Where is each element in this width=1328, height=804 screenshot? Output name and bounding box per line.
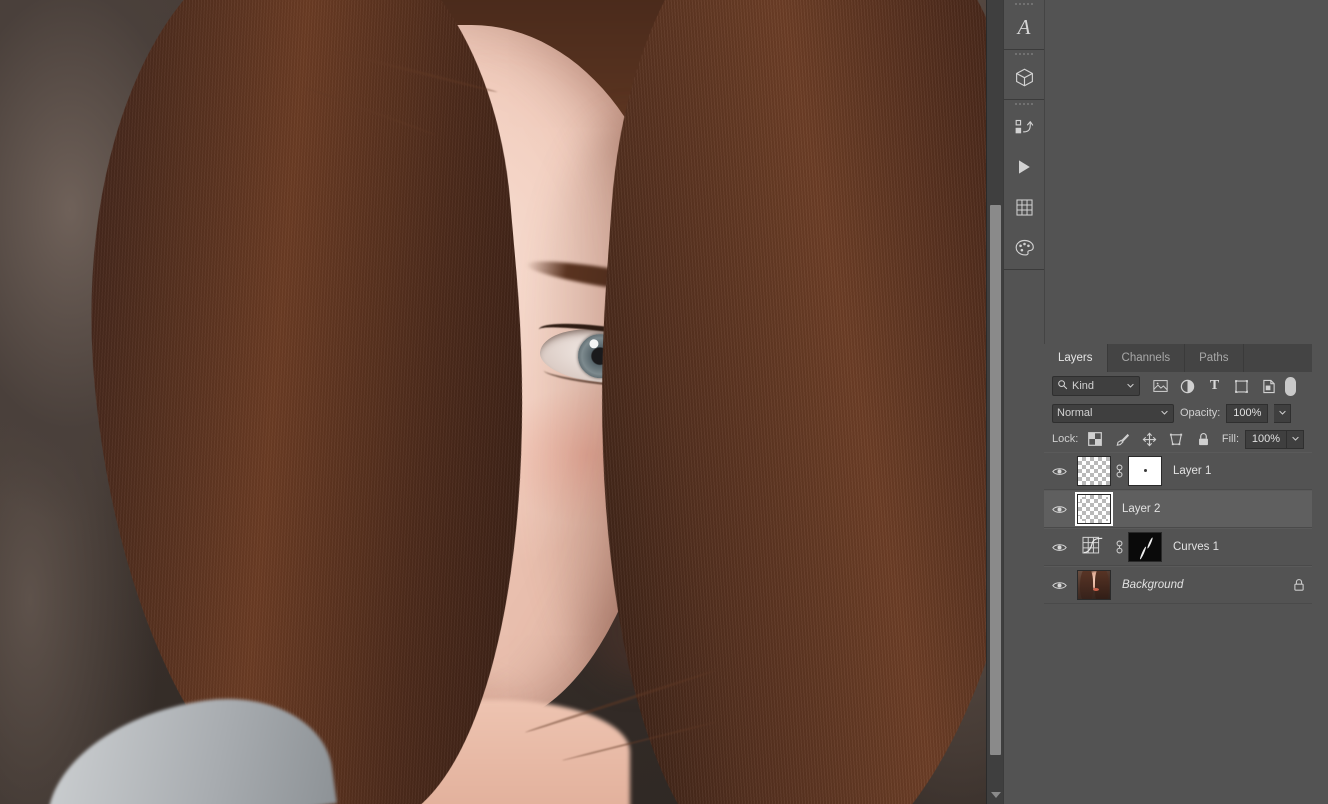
document-canvas[interactable]: [0, 0, 1003, 804]
layer-mask-thumbnail[interactable]: [1128, 456, 1162, 486]
checkerboard-icon[interactable]: [1087, 431, 1103, 447]
actions-panel-icon[interactable]: [1004, 147, 1045, 187]
tab-layers[interactable]: Layers: [1044, 344, 1108, 372]
fill-input[interactable]: 100%: [1245, 429, 1287, 449]
eye-icon[interactable]: [1044, 504, 1074, 515]
scrollbar-thumb[interactable]: [990, 205, 1001, 755]
layer-name[interactable]: Background: [1122, 579, 1286, 591]
dock-group-3d: [1003, 50, 1045, 100]
layer-name[interactable]: Curves 1: [1173, 541, 1312, 553]
history-panel-icon[interactable]: [1004, 107, 1045, 147]
lock-row: Lock: Fill: 100%: [1044, 426, 1312, 452]
fill-value: 100%: [1251, 433, 1281, 445]
chevron-down-icon: [1160, 404, 1169, 422]
tab-channels-label: Channels: [1121, 352, 1171, 364]
lock-buttons: [1087, 431, 1211, 447]
blend-mode-row: Normal Opacity: 100%: [1044, 400, 1312, 426]
right-panel-column: Layers Channels Paths Kind T Normal Opac…: [1044, 0, 1312, 804]
curves-adjustment-icon[interactable]: [1077, 532, 1111, 562]
photoshop-window: A Layers Channels Paths Kind T Normal Op…: [0, 0, 1328, 804]
lock-label: Lock:: [1052, 433, 1079, 445]
hair-right: [565, 0, 1003, 804]
panel-grip[interactable]: [1004, 0, 1045, 7]
collapsed-panel-dock: A: [1003, 0, 1045, 804]
tab-paths-label: Paths: [1199, 352, 1229, 364]
move-icon[interactable]: [1141, 431, 1157, 447]
table-row[interactable]: Layer 1: [1044, 452, 1312, 490]
dock-group-character: A: [1003, 0, 1045, 50]
chevron-down-icon: [1291, 430, 1300, 448]
opacity-stepper[interactable]: [1274, 403, 1292, 423]
link-icon[interactable]: [1114, 464, 1125, 478]
opacity-label: Opacity:: [1180, 407, 1221, 419]
artboard-icon[interactable]: [1168, 431, 1184, 447]
opacity-input[interactable]: 100%: [1226, 403, 1269, 423]
table-row[interactable]: Layer 2: [1044, 490, 1312, 528]
eye-icon[interactable]: [1044, 466, 1074, 477]
eye-icon[interactable]: [1044, 542, 1074, 553]
eye-icon[interactable]: [1044, 580, 1074, 591]
layer-thumbnail[interactable]: [1077, 456, 1111, 486]
panel-grip[interactable]: [1004, 100, 1045, 107]
fill-label: Fill:: [1221, 433, 1239, 445]
layer-mask-thumbnail[interactable]: [1128, 532, 1162, 562]
chevron-down-icon: [1126, 377, 1135, 395]
image-icon[interactable]: [1152, 378, 1169, 395]
brush-icon[interactable]: [1114, 431, 1130, 447]
dock-group-history-actions: [1003, 100, 1045, 270]
blend-mode-dropdown[interactable]: Normal: [1052, 403, 1174, 423]
blend-mode-value: Normal: [1057, 407, 1093, 419]
3d-panel-icon[interactable]: [1004, 57, 1045, 97]
layer-thumbnails[interactable]: [1074, 570, 1111, 600]
portrait-image: [0, 0, 1003, 804]
lock-icon[interactable]: [1195, 431, 1211, 447]
adjustment-icon[interactable]: [1179, 378, 1196, 395]
table-row[interactable]: Curves 1: [1044, 528, 1312, 566]
shape-icon[interactable]: [1233, 378, 1250, 395]
empty-panel-area-top: [1044, 0, 1312, 344]
properties-panel-icon[interactable]: [1004, 187, 1045, 227]
character-panel-icon[interactable]: A: [1004, 7, 1045, 47]
tab-paths[interactable]: Paths: [1185, 344, 1244, 372]
layer-thumbnails[interactable]: [1074, 456, 1162, 486]
tab-layers-label: Layers: [1058, 352, 1093, 364]
opacity-value: 100%: [1233, 407, 1262, 419]
panel-grip[interactable]: [1004, 50, 1045, 57]
swatches-panel-icon[interactable]: [1004, 227, 1045, 267]
layer-filter-row: Kind T: [1044, 372, 1312, 400]
canvas-vertical-scrollbar[interactable]: [986, 0, 1003, 804]
chevron-down-icon: [1278, 404, 1287, 422]
filter-kind-dropdown[interactable]: Kind: [1052, 376, 1140, 396]
layer-thumbnails[interactable]: [1074, 532, 1162, 562]
layer-thumbnail[interactable]: [1077, 570, 1111, 600]
layer-name[interactable]: Layer 1: [1173, 465, 1312, 477]
smart-object-icon[interactable]: [1260, 378, 1277, 395]
filter-kind-label: Kind: [1072, 380, 1095, 392]
panel-tab-bar: Layers Channels Paths: [1044, 344, 1312, 372]
tab-bar-filler: [1243, 344, 1312, 372]
table-row[interactable]: Background: [1044, 566, 1312, 604]
tab-channels[interactable]: Channels: [1107, 344, 1186, 372]
layer-thumbnails[interactable]: [1074, 492, 1113, 526]
link-icon[interactable]: [1114, 540, 1125, 554]
type-icon[interactable]: T: [1206, 378, 1223, 395]
filter-enable-toggle[interactable]: [1285, 376, 1296, 396]
layer-thumbnail[interactable]: [1075, 492, 1113, 526]
scroll-down-arrow-icon[interactable]: [991, 792, 1001, 798]
fill-stepper[interactable]: [1287, 429, 1304, 449]
layer-name[interactable]: Layer 2: [1122, 503, 1312, 515]
layer-type-filters: T: [1152, 378, 1277, 395]
search-icon: [1057, 377, 1068, 395]
layers-panel: Layers Channels Paths Kind T Normal Opac…: [1044, 344, 1312, 804]
lock-icon[interactable]: [1286, 578, 1312, 592]
layer-list[interactable]: Layer 1 Layer 2 Curves 1 Background: [1044, 452, 1312, 804]
type-icon-glyph: T: [1209, 378, 1220, 393]
